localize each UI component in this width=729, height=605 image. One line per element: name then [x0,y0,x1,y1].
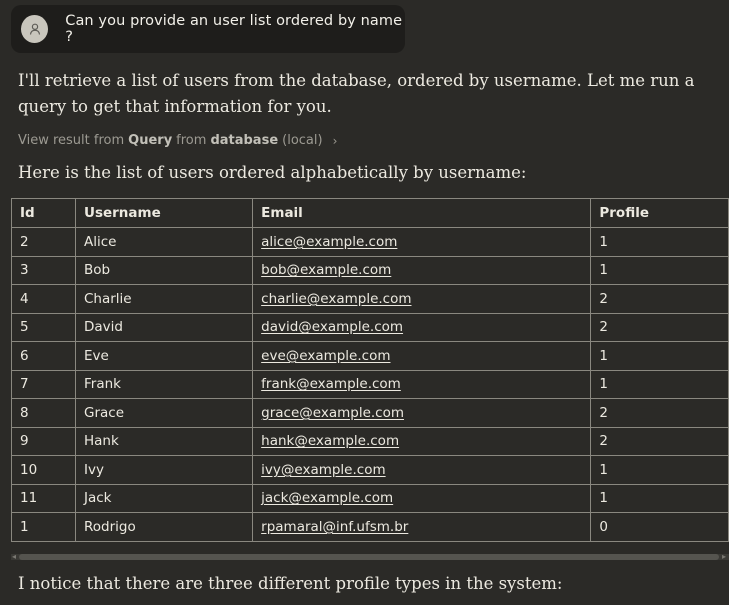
cell-id: 2 [11,227,76,257]
user-message-text: Can you provide an user list ordered by … [65,13,403,45]
cell-profile: 2 [590,426,729,456]
cell-profile: 1 [590,455,729,485]
cell-profile: 2 [590,398,729,428]
tool-result-prefix: View result from [18,133,125,148]
scroll-right-arrow-icon[interactable]: ▸ [722,551,726,563]
column-header-username: Username [74,198,254,228]
cell-id: 3 [11,255,76,285]
tool-name: Query [128,133,173,148]
profile-types-text: I notice that there are three different … [18,574,563,593]
cell-username: Charlie [74,284,254,314]
cell-username: Ivy [74,455,254,485]
cell-id: 7 [11,369,76,399]
cell-id: 5 [11,312,76,342]
cell-id: 9 [11,426,76,456]
cell-email: grace@example.com [252,398,592,428]
table-row: 4 Charlie charlie@example.com 2 [11,284,729,314]
cell-email: frank@example.com [252,369,592,399]
cell-id: 8 [11,398,76,428]
column-header-email: Email [252,198,592,228]
chevron-right-icon: › [332,133,338,148]
cell-profile: 1 [590,341,729,371]
email-link[interactable]: david@example.com [261,319,403,335]
avatar [21,15,49,43]
email-link[interactable]: eve@example.com [261,348,390,364]
cell-email: eve@example.com [252,341,592,371]
table-row: 6 Eve eve@example.com 1 [11,341,729,371]
tool-source: database [210,133,279,148]
cell-profile: 2 [590,312,729,342]
cell-email: hank@example.com [252,426,592,456]
cell-email: david@example.com [252,312,592,342]
email-link[interactable]: bob@example.com [261,262,391,278]
cell-email: charlie@example.com [252,284,592,314]
cell-profile: 1 [590,227,729,257]
email-link[interactable]: ivy@example.com [261,462,385,478]
view-query-result-link[interactable]: View result from Query from database (lo… [18,133,337,148]
table-row: 11 Jack jack@example.com 1 [11,483,729,513]
cell-username: Frank [74,369,254,399]
cell-username: Grace [74,398,254,428]
cell-username: Rodrigo [74,512,254,542]
cell-email: ivy@example.com [252,455,592,485]
email-link[interactable]: charlie@example.com [261,291,411,307]
cell-id: 11 [11,483,76,513]
users-table: Id Username Email Profile 2 Alice alice@… [11,198,729,542]
cell-username: Eve [74,341,254,371]
email-link[interactable]: rpamaral@inf.ufsm.br [261,519,408,535]
cell-email: jack@example.com [252,483,592,513]
tool-result-suffix: (local) [282,133,323,148]
horizontal-scrollbar[interactable]: ◂ ▸ [11,551,729,563]
email-link[interactable]: jack@example.com [261,490,393,506]
tool-result-middle: from [176,133,207,148]
assistant-intro-text: I'll retrieve a list of users from the d… [18,71,695,116]
email-link[interactable]: alice@example.com [261,234,397,250]
cell-profile: 0 [590,512,729,542]
cell-email: rpamaral@inf.ufsm.br [252,512,592,542]
table-row: 2 Alice alice@example.com 1 [11,227,729,257]
cell-id: 1 [11,512,76,542]
users-table-container: Id Username Email Profile 2 Alice alice@… [11,198,729,564]
cell-username: Bob [74,255,254,285]
cell-profile: 1 [590,483,729,513]
column-header-profile: Profile [590,198,729,228]
scrollbar-thumb[interactable] [19,554,719,560]
cell-email: bob@example.com [252,255,592,285]
cell-id: 10 [11,455,76,485]
cell-username: Jack [74,483,254,513]
table-row: 3 Bob bob@example.com 1 [11,255,729,285]
table-header-row: Id Username Email Profile [11,198,729,228]
cell-username: Alice [74,227,254,257]
cell-username: Hank [74,426,254,456]
email-link[interactable]: grace@example.com [261,405,404,421]
user-icon [29,23,40,35]
cell-profile: 2 [590,284,729,314]
cell-profile: 1 [590,255,729,285]
column-header-id: Id [11,198,76,228]
scroll-left-arrow-icon[interactable]: ◂ [12,551,16,563]
cell-username: David [74,312,254,342]
table-row: 7 Frank frank@example.com 1 [11,369,729,399]
cell-profile: 1 [590,369,729,399]
table-row: 8 Grace grace@example.com 2 [11,398,729,428]
cell-id: 4 [11,284,76,314]
email-link[interactable]: hank@example.com [261,433,399,449]
cell-email: alice@example.com [252,227,592,257]
table-row: 1 Rodrigo rpamaral@inf.ufsm.br 0 [11,512,729,542]
table-row: 5 David david@example.com 2 [11,312,729,342]
email-link[interactable]: frank@example.com [261,376,401,392]
table-row: 9 Hank hank@example.com 2 [11,426,729,456]
user-message-bubble: Can you provide an user list ordered by … [11,5,405,53]
table-row: 10 Ivy ivy@example.com 1 [11,455,729,485]
table-intro-text: Here is the list of users ordered alphab… [18,163,527,182]
cell-id: 6 [11,341,76,371]
